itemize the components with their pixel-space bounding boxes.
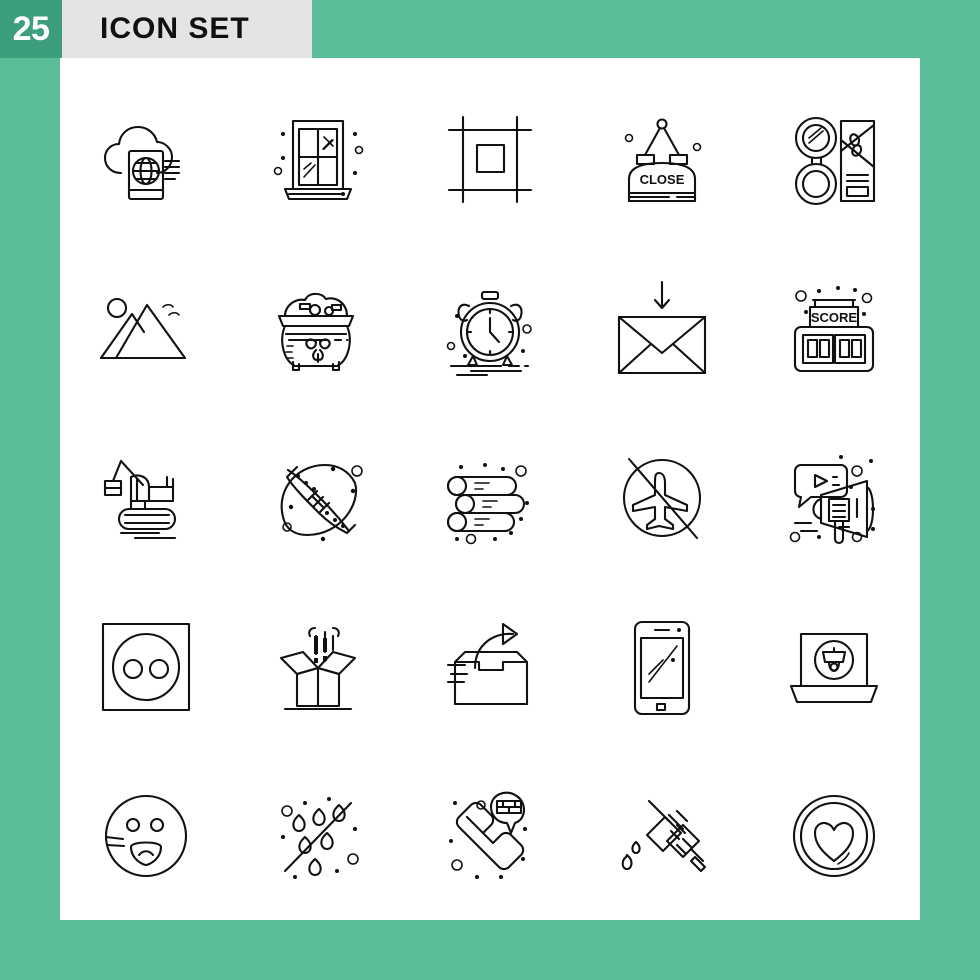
heart-coin-icon [792, 794, 876, 877]
excavator-icon [103, 459, 177, 540]
smartphone-icon [633, 620, 691, 715]
icon-cell-smartphone[interactable] [576, 582, 748, 751]
american-football-icon [280, 463, 363, 542]
mountains-landscape-icon [99, 298, 187, 360]
window-icon [273, 120, 364, 201]
scoreboard-label: SCORE [811, 310, 858, 325]
close-sign-icon: CLOSE [624, 118, 702, 203]
icon-cell-cloud-passport-globe[interactable] [60, 76, 232, 245]
laptop-security-camera-icon [789, 632, 879, 703]
inbox-envelope-icon [617, 281, 707, 375]
icon-set-page: 25 ICON SET CLOSE SCORE [0, 0, 980, 980]
icon-cell-no-flights[interactable] [576, 414, 748, 583]
shocked-emoji-icon [104, 794, 188, 877]
icon-cell-american-football[interactable] [232, 414, 404, 583]
megaphone-video-icon [789, 454, 875, 545]
outbox-tray-icon [446, 622, 529, 705]
page-title: ICON SET [100, 12, 250, 45]
icon-cell-window[interactable] [232, 76, 404, 245]
icon-cell-mountains-landscape[interactable] [60, 245, 232, 414]
alarm-clock-icon [446, 291, 532, 377]
icon-cell-scoreboard[interactable]: SCORE [748, 245, 920, 414]
crop-resize-icon [447, 116, 533, 204]
icon-cell-crop-resize[interactable] [404, 76, 576, 245]
icon-cell-wood-logs[interactable] [404, 414, 576, 583]
cloud-passport-globe-icon [103, 126, 181, 201]
icon-cell-gift-ribbon[interactable] [748, 76, 920, 245]
icon-cell-outbox-tray[interactable] [404, 582, 576, 751]
wood-logs-icon [446, 462, 529, 545]
icon-panel: CLOSE SCORE [60, 58, 920, 920]
icon-cell-inbox-envelope[interactable] [576, 245, 748, 414]
close-sign-label: CLOSE [640, 172, 685, 187]
header-bar: 25 ICON SET [0, 0, 312, 58]
icon-cell-megaphone-video[interactable] [748, 414, 920, 583]
gift-ribbon-icon [794, 117, 876, 206]
syringe-icon [621, 799, 707, 872]
icon-cell-excavator[interactable] [60, 414, 232, 583]
icon-cell-heart-coin[interactable] [748, 751, 920, 920]
open-box-surprise-icon [279, 626, 357, 710]
icon-cell-syringe[interactable] [576, 751, 748, 920]
power-socket-icon [101, 622, 191, 711]
icon-cell-taxi-call[interactable] [404, 751, 576, 920]
icon-cell-pot-of-gold[interactable] [232, 245, 404, 414]
icon-grid: CLOSE SCORE [60, 58, 920, 920]
no-flights-icon [622, 457, 702, 540]
water-drops-icon [281, 796, 359, 879]
scoreboard-icon: SCORE [793, 286, 875, 373]
icon-count-badge: 25 [0, 0, 62, 58]
pot-of-gold-icon [277, 293, 355, 372]
icon-cell-laptop-security-camera[interactable] [748, 582, 920, 751]
icon-cell-water-drops[interactable] [232, 751, 404, 920]
icon-cell-close-sign[interactable]: CLOSE [576, 76, 748, 245]
icon-cell-alarm-clock[interactable] [404, 245, 576, 414]
icon-cell-power-socket[interactable] [60, 582, 232, 751]
icon-cell-shocked-emoji[interactable] [60, 751, 232, 920]
icon-cell-open-box-surprise[interactable] [232, 582, 404, 751]
taxi-call-icon [449, 791, 527, 879]
